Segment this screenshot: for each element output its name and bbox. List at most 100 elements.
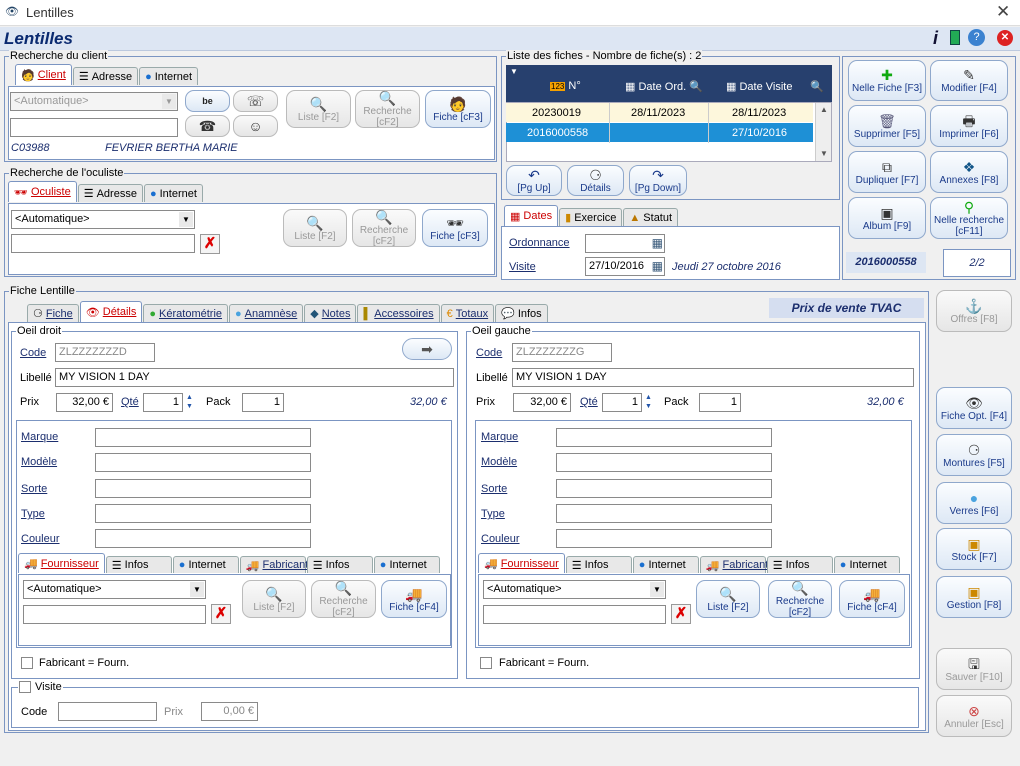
od-modele-input[interactable]: [95, 453, 311, 472]
phone-search-button[interactable]: ☏: [233, 90, 278, 112]
od-copy-button[interactable]: ➡: [402, 338, 452, 360]
exit-icon[interactable]: ✕: [997, 30, 1013, 46]
og-marque-input[interactable]: [556, 428, 772, 447]
od-couleur-input[interactable]: [95, 529, 311, 548]
save-button[interactable]: 🖫 Sauver [F10]: [936, 648, 1012, 690]
duplicate-button[interactable]: ⧉ Dupliquer [F7]: [848, 151, 926, 193]
close-icon[interactable]: ✕: [996, 2, 1010, 22]
filter-icon[interactable]: 🔍: [810, 80, 824, 93]
od-marque-input[interactable]: [95, 428, 311, 447]
oculiste-recherche-button[interactable]: 🔍 Recherche [cF2]: [352, 209, 416, 247]
od-pack-input[interactable]: 1: [242, 393, 284, 412]
tab-dates[interactable]: ▦ Dates: [504, 205, 559, 226]
og-type-input[interactable]: [556, 504, 772, 523]
od-supplier-input[interactable]: [23, 605, 206, 624]
oculiste-combo[interactable]: <Automatique> ▼: [11, 210, 195, 229]
tab-oculiste-internet[interactable]: ● Internet: [143, 184, 203, 202]
og-supplier-fiche-button[interactable]: 🚚 Fiche [cF4]: [839, 580, 905, 618]
tab-fabricant[interactable]: 🚚 Fabricant: [699, 556, 768, 573]
tab-fabricant-internet[interactable]: ● Internet: [373, 556, 440, 573]
chevron-down-icon[interactable]: ▼: [643, 402, 654, 411]
table-row[interactable]: 20230019 28/11/2023 28/11/2023: [506, 103, 813, 122]
column-numero[interactable]: 123 N°: [550, 80, 581, 92]
chevron-down-icon[interactable]: ▼: [184, 402, 195, 411]
montures-button[interactable]: ⚆ Montures [F5]: [936, 434, 1012, 476]
og-modele-input[interactable]: [556, 453, 772, 472]
new-fiche-button[interactable]: ✚ Nelle Fiche [F3]: [848, 60, 926, 101]
annexes-button[interactable]: ❖ Annexes [F8]: [930, 151, 1008, 193]
column-date-visite[interactable]: ▦ Date Visite: [726, 80, 792, 93]
tab-fournisseur[interactable]: 🚚 Fournisseur: [18, 553, 105, 573]
client-name-input[interactable]: [10, 118, 178, 137]
chevron-up-icon[interactable]: ▲: [184, 393, 195, 402]
od-code-input[interactable]: ZLZZZZZZZD: [55, 343, 155, 362]
scroll-down-icon[interactable]: ▼: [820, 149, 828, 158]
visite-date-input[interactable]: 27/10/2016 ▦: [585, 257, 665, 276]
contact-button[interactable]: ☺: [233, 115, 278, 137]
tab-fournisseur-infos[interactable]: ☰ Infos: [105, 556, 172, 573]
visite-prix-input[interactable]: 0,00 €: [201, 702, 258, 721]
od-sorte-input[interactable]: [95, 479, 311, 498]
od-supplier-fiche-button[interactable]: 🚚 Fiche [cF4]: [381, 580, 447, 618]
od-type-input[interactable]: [95, 504, 311, 523]
visite-code-input[interactable]: [58, 702, 157, 721]
od-qte-input[interactable]: 1: [143, 393, 183, 412]
og-supplier-input[interactable]: [483, 605, 666, 624]
tab-statut[interactable]: ▲ Statut: [623, 208, 679, 226]
og-couleur-input[interactable]: [556, 529, 772, 548]
clear-supplier-button[interactable]: ✗: [211, 604, 231, 624]
tab-oculiste-adresse[interactable]: ☰ Adresse: [77, 184, 143, 202]
telephone-button[interactable]: ☎: [185, 115, 230, 137]
tab-client-internet[interactable]: ● Internet: [139, 67, 199, 85]
visite-checkbox[interactable]: [19, 681, 31, 693]
og-sorte-input[interactable]: [556, 479, 772, 498]
og-supplier-liste-button[interactable]: 🔍 Liste [F2]: [696, 580, 760, 618]
cancel-button[interactable]: ⊗ Annuler [Esc]: [936, 695, 1012, 737]
chevron-up-icon[interactable]: ▲: [643, 393, 654, 402]
delete-button[interactable]: 🗑 Supprimer [F5]: [848, 105, 926, 147]
oculiste-name-input[interactable]: [11, 234, 195, 253]
tab-anamnese[interactable]: ● Anamnèse: [229, 304, 304, 322]
tab-keratometrie[interactable]: ● Kératométrie: [143, 304, 229, 322]
tab-accessoires[interactable]: ▌ Accessoires: [357, 304, 440, 322]
client-recherche-button[interactable]: 🔍 Recherche [cF2]: [355, 90, 420, 128]
gestion-button[interactable]: ▣ Gestion [F8]: [936, 576, 1012, 618]
od-qte-stepper[interactable]: ▲ ▼: [184, 393, 195, 412]
od-libelle-input[interactable]: MY VISION 1 DAY: [55, 368, 454, 387]
tab-fournisseur[interactable]: 🚚 Fournisseur: [478, 553, 565, 573]
tab-fabricant[interactable]: 🚚 Fabricant: [239, 556, 308, 573]
tab-fabricant-infos[interactable]: ☰ Infos: [306, 556, 373, 573]
og-qte-input[interactable]: 1: [602, 393, 642, 412]
tab-fournisseur-internet[interactable]: ● Internet: [172, 556, 239, 573]
column-date-ord[interactable]: ▦ Date Ord. 🔍: [625, 80, 703, 93]
be-id-button[interactable]: be: [185, 90, 230, 112]
tab-fiche[interactable]: ⚆ Fiche: [27, 304, 79, 322]
print-button[interactable]: 🖶 Imprimer [F6]: [930, 105, 1008, 147]
og-libelle-input[interactable]: MY VISION 1 DAY: [512, 368, 914, 387]
od-prix-input[interactable]: 32,00 €: [56, 393, 113, 412]
client-fiche-button[interactable]: 🧑 Fiche [cF3]: [425, 90, 491, 128]
details-button[interactable]: ⚆ Détails: [567, 165, 624, 196]
tab-details[interactable]: 👁 Détails: [79, 301, 143, 322]
tab-totaux[interactable]: € Totaux: [440, 304, 495, 322]
oculiste-fiche-button[interactable]: 🕶 Fiche [cF3]: [422, 209, 488, 247]
fiche-opt-button[interactable]: 👁 Fiche Opt. [F4]: [936, 387, 1012, 429]
help-icon[interactable]: ?: [968, 29, 985, 46]
offres-button[interactable]: ⚓ Offres [F8]: [936, 290, 1012, 332]
tab-fournisseur-infos[interactable]: ☰ Infos: [565, 556, 632, 573]
od-supplier-combo[interactable]: <Automatique> ▼: [23, 580, 206, 599]
tab-oculiste[interactable]: 🕶 Oculiste: [8, 181, 77, 202]
table-row-selected[interactable]: 2016000558 27/10/2016: [506, 123, 813, 142]
og-supplier-recherche-button[interactable]: 🔍 Recherche [cF2]: [768, 580, 832, 618]
tab-client-adresse[interactable]: ☰ Adresse: [72, 67, 139, 85]
og-code-input[interactable]: ZLZZZZZZZG: [512, 343, 612, 362]
oculiste-liste-button[interactable]: 🔍 Liste [F2]: [283, 209, 347, 247]
og-qte-stepper[interactable]: ▲ ▼: [643, 393, 654, 412]
og-prix-input[interactable]: 32,00 €: [513, 393, 571, 412]
od-fabricant-checkbox[interactable]: [21, 657, 33, 669]
od-supplier-liste-button[interactable]: 🔍 Liste [F2]: [242, 580, 306, 618]
sort-icon[interactable]: ▼: [510, 67, 518, 76]
page-up-button[interactable]: ↶ [Pg Up]: [506, 165, 562, 196]
tab-fournisseur-internet[interactable]: ● Internet: [632, 556, 699, 573]
og-pack-input[interactable]: 1: [699, 393, 741, 412]
